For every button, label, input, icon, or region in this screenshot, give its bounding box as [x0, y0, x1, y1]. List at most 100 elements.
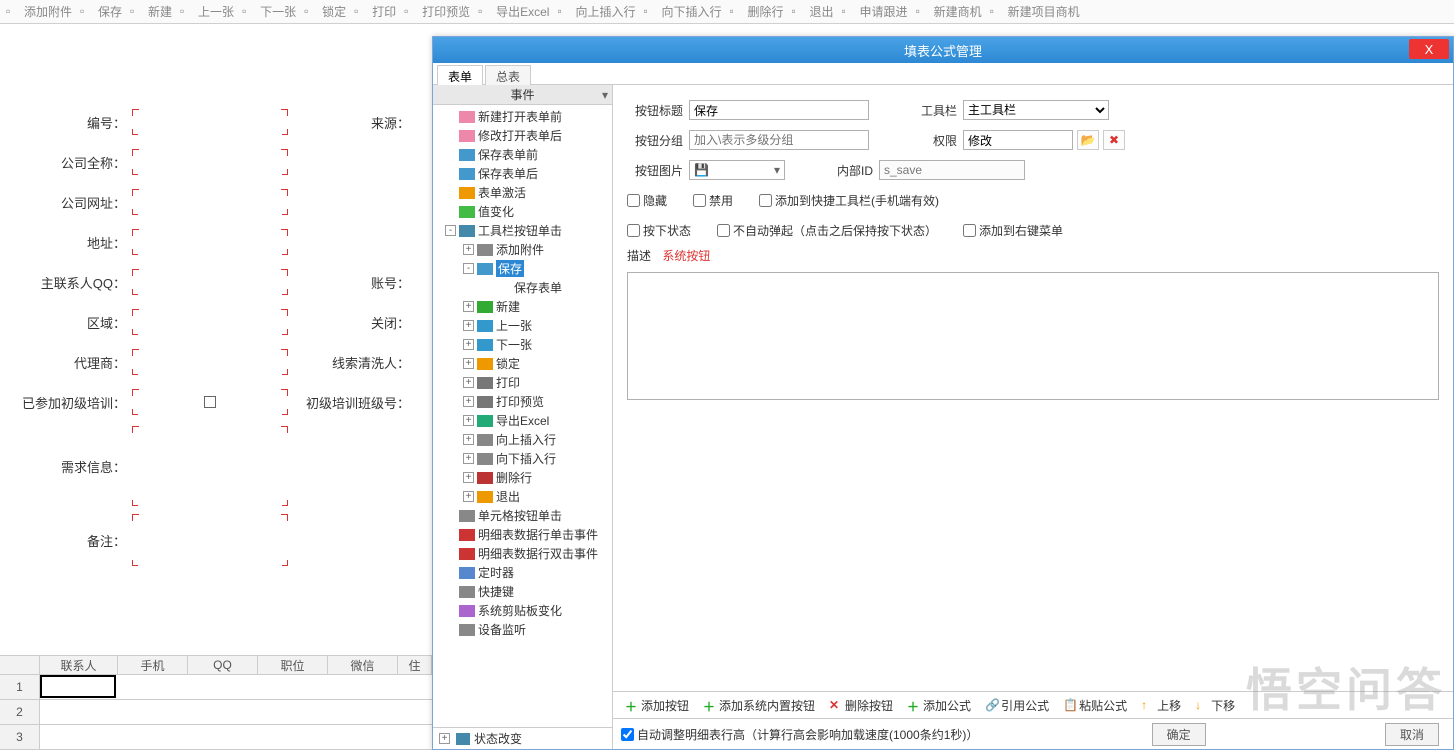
- toolbar-上一张[interactable]: ▫上一张: [176, 1, 238, 23]
- tree-expand-icon[interactable]: +: [463, 358, 474, 369]
- field-input[interactable]: [132, 389, 288, 415]
- tree-expand-icon[interactable]: -: [463, 263, 474, 274]
- chk-context[interactable]: 添加到右键菜单: [963, 222, 1063, 239]
- chk-pressed[interactable]: 按下状态: [627, 222, 691, 239]
- grid-header[interactable]: 手机: [118, 656, 188, 674]
- toolbar-导出Excel[interactable]: ▫导出Excel: [474, 1, 553, 23]
- tree-node[interactable]: 修改打开表单后: [433, 126, 612, 145]
- field-input[interactable]: [132, 349, 288, 375]
- perm-input[interactable]: [963, 130, 1073, 150]
- tree-node[interactable]: 明细表数据行双击事件: [433, 544, 612, 563]
- grid-header[interactable]: 联系人: [40, 656, 118, 674]
- tree-tail[interactable]: + 状态改变: [433, 727, 612, 749]
- chk-disable[interactable]: 禁用: [693, 192, 733, 209]
- tree-node[interactable]: 保存表单: [433, 278, 612, 297]
- tree-node[interactable]: 定时器: [433, 563, 612, 582]
- tree-expand-icon[interactable]: -: [445, 225, 456, 236]
- tree-expand-icon[interactable]: +: [463, 453, 474, 464]
- grid-header[interactable]: 职位: [258, 656, 328, 674]
- tree-node[interactable]: -工具栏按钮单击: [433, 221, 612, 240]
- tree-expand-icon[interactable]: +: [463, 244, 474, 255]
- tree-node[interactable]: 保存表单后: [433, 164, 612, 183]
- tree-expand-icon[interactable]: +: [463, 434, 474, 445]
- tree-node[interactable]: +新建: [433, 297, 612, 316]
- header-dropdown-icon[interactable]: ▾: [602, 88, 608, 102]
- tree-node[interactable]: +打印预览: [433, 392, 612, 411]
- chk-quick[interactable]: 添加到快捷工具栏(手机端有效): [759, 192, 939, 209]
- tree-node[interactable]: +退出: [433, 487, 612, 506]
- tree-node[interactable]: 快捷键: [433, 582, 612, 601]
- btn-group-input[interactable]: [689, 130, 869, 150]
- dialog-close-button[interactable]: X: [1409, 39, 1449, 59]
- toolbar-打印预览[interactable]: ▫打印预览: [400, 1, 474, 23]
- tree-expand-icon[interactable]: +: [463, 301, 474, 312]
- tree-expand-icon[interactable]: +: [463, 472, 474, 483]
- chk-hidden[interactable]: 隐藏: [627, 192, 667, 209]
- toolbar-新建[interactable]: ▫新建: [126, 1, 176, 23]
- desc-textarea[interactable]: [627, 272, 1439, 400]
- toolbar-下一张[interactable]: ▫下一张: [238, 1, 300, 23]
- grid-header[interactable]: 微信: [328, 656, 398, 674]
- grid-header[interactable]: QQ: [188, 656, 258, 674]
- toolbar-向上插入行[interactable]: ▫向上插入行: [553, 1, 639, 23]
- tree-node[interactable]: +向上插入行: [433, 430, 612, 449]
- toolbar-保存[interactable]: ▫保存: [76, 1, 126, 23]
- toolbar-新建项目商机[interactable]: ▫新建项目商机: [986, 1, 1084, 23]
- bar-添加按钮[interactable]: ＋添加按钮: [621, 694, 693, 716]
- tree-expand-icon[interactable]: +: [463, 377, 474, 388]
- tree-expand-icon[interactable]: +: [463, 320, 474, 331]
- tree-node[interactable]: 单元格按钮单击: [433, 506, 612, 525]
- field-input[interactable]: [132, 229, 288, 255]
- dialog-tab-表单[interactable]: 表单: [437, 65, 483, 87]
- bar-上移[interactable]: ↑上移: [1137, 694, 1185, 716]
- btn-title-input[interactable]: [689, 100, 869, 120]
- field-input[interactable]: [132, 269, 288, 295]
- bar-添加系统内置按钮[interactable]: ＋添加系统内置按钮: [699, 694, 819, 716]
- tree-node[interactable]: +向下插入行: [433, 449, 612, 468]
- field-input[interactable]: [132, 514, 288, 566]
- toolbar-申请跟进[interactable]: ▫申请跟进: [838, 1, 912, 23]
- cancel-button[interactable]: 取消: [1385, 723, 1439, 746]
- tree-node[interactable]: +添加附件: [433, 240, 612, 259]
- row-number[interactable]: 3: [0, 725, 40, 749]
- bar-粘贴公式[interactable]: 📋粘贴公式: [1059, 694, 1131, 716]
- toolbar-退出[interactable]: ▫退出: [788, 1, 838, 23]
- bar-引用公式[interactable]: 🔗引用公式: [981, 694, 1053, 716]
- field-input[interactable]: [132, 309, 288, 335]
- tree-expand-icon[interactable]: +: [463, 396, 474, 407]
- tree-node[interactable]: -保存: [433, 259, 612, 278]
- bar-下移[interactable]: ↓下移: [1191, 694, 1239, 716]
- tree-node[interactable]: +下一张: [433, 335, 612, 354]
- tree-expand-icon[interactable]: +: [463, 415, 474, 426]
- grid-header[interactable]: 住: [398, 656, 432, 674]
- tree-expand-icon[interactable]: +: [463, 491, 474, 502]
- perm-clear-icon[interactable]: ✖: [1103, 130, 1125, 150]
- dialog-tab-总表[interactable]: 总表: [485, 65, 531, 87]
- toolbar-打印[interactable]: ▫打印: [350, 1, 400, 23]
- toolbar-删除行[interactable]: ▫删除行: [726, 1, 788, 23]
- toolbar-向下插入行[interactable]: ▫向下插入行: [640, 1, 726, 23]
- tree-node[interactable]: 设备监听: [433, 620, 612, 639]
- toolbar-锁定[interactable]: ▫锁定: [300, 1, 350, 23]
- footer-autorow-chk[interactable]: 自动调整明细表行高（计算行高会影响加载速度(1000条约1秒)）: [621, 726, 978, 743]
- btn-img-select[interactable]: 💾▾: [689, 160, 785, 180]
- bar-添加公式[interactable]: ＋添加公式: [903, 694, 975, 716]
- chk-nopopup[interactable]: 不自动弹起（点击之后保持按下状态）: [717, 222, 937, 239]
- ok-button[interactable]: 确定: [1152, 723, 1206, 746]
- tree-node[interactable]: 明细表数据行单击事件: [433, 525, 612, 544]
- tree-node[interactable]: +打印: [433, 373, 612, 392]
- field-input[interactable]: [132, 149, 288, 175]
- bar-删除按钮[interactable]: ✕删除按钮: [825, 694, 897, 716]
- tree-node[interactable]: +锁定: [433, 354, 612, 373]
- tree-node[interactable]: +导出Excel: [433, 411, 612, 430]
- field-input[interactable]: [132, 426, 288, 506]
- field-input[interactable]: [132, 109, 288, 135]
- perm-open-icon[interactable]: 📂: [1077, 130, 1099, 150]
- tree-node[interactable]: +上一张: [433, 316, 612, 335]
- field-input[interactable]: [132, 189, 288, 215]
- toolbar-select[interactable]: 主工具栏: [963, 100, 1109, 120]
- tree-node[interactable]: 保存表单前: [433, 145, 612, 164]
- row-number[interactable]: 1: [0, 675, 40, 699]
- event-tree[interactable]: 新建打开表单前修改打开表单后保存表单前保存表单后表单激活值变化-工具栏按钮单击+…: [433, 105, 612, 727]
- tree-node[interactable]: +删除行: [433, 468, 612, 487]
